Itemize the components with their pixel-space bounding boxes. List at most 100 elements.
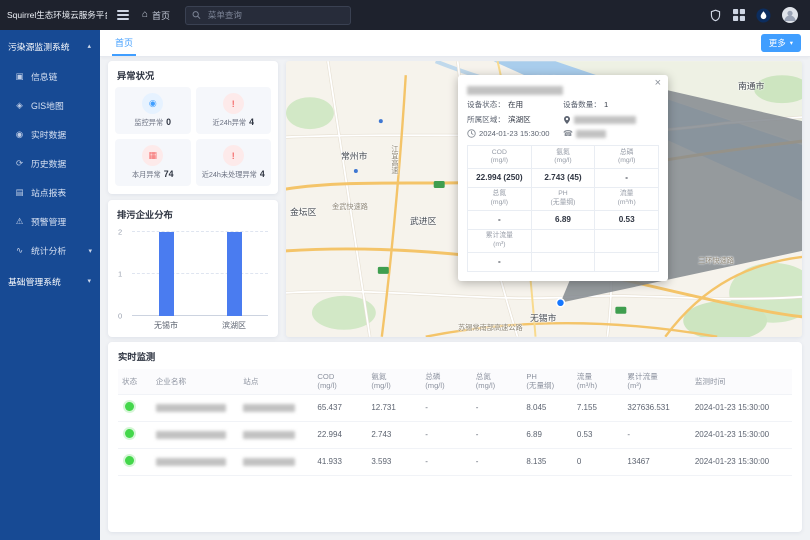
popup-metric-value: - [468, 252, 532, 271]
column-header-status: 状态 [118, 369, 152, 394]
value-cell: 2.743 [367, 421, 421, 448]
popup-empty-cell [531, 252, 595, 271]
popup-metric-value: 0.53 [595, 210, 659, 229]
sidebar-section-pollution-source-monitoring[interactable]: 污染源监测系统▴ [0, 30, 100, 62]
monitor-table: 状态企业名称站点COD(mg/l)氨氮(mg/l)总磷(mg/l)总氮(mg/l… [118, 369, 792, 476]
site-marker[interactable] [556, 299, 564, 307]
value-cell: 0.53 [573, 421, 624, 448]
time-cell: 2024-01-23 15:30:00 [691, 394, 792, 421]
column-unit: (mg/l) [371, 381, 417, 390]
column-header-cod: COD(mg/l) [313, 369, 367, 394]
value-cell: - [623, 421, 690, 448]
chart-plot-area: 012 [132, 232, 268, 316]
popup-metric-value: - [468, 210, 532, 229]
monitor-panel-title: 实时监测 [118, 349, 792, 363]
stat-value: 74 [164, 169, 174, 179]
value-cell: 3.593 [367, 448, 421, 475]
sidebar-section-basic-management[interactable]: 基础管理系统▾ [0, 265, 100, 297]
value-cell: 0 [573, 448, 624, 475]
chart-x-label: 滨湖区 [222, 320, 246, 331]
sidebar-item-alert-management[interactable]: ⚠ 预警管理 [0, 207, 100, 236]
more-button[interactable]: 更多 ▾ [761, 34, 801, 52]
metric-unit-text: (mg/l) [468, 199, 531, 207]
abnormal-card-title: 异常状况 [108, 61, 278, 87]
popup-metric-value: 6.89 [531, 210, 595, 229]
sidebar-item-statistics-analysis[interactable]: ∿统计分析▾ [0, 236, 100, 265]
column-unit: (m³) [627, 381, 686, 390]
metric-unit-text: (无量纲) [532, 199, 595, 207]
sidebar-item-gis-map[interactable]: ◈GIS地图 [0, 91, 100, 120]
device-count: 设备数量： 1 [563, 99, 659, 110]
hamburger-menu-icon[interactable] [117, 8, 129, 22]
metric-name-text: PH [532, 190, 595, 198]
sidebar-item-info-chain[interactable]: ▣信息链 [0, 62, 100, 91]
stat-value: 4 [249, 117, 254, 127]
stat-label: 近24h异常 [213, 118, 247, 128]
tab-home[interactable]: 首页 [112, 30, 136, 56]
water-drop-icon[interactable] [756, 8, 771, 23]
redacted-company-name [467, 86, 563, 95]
time-cell: 2024-01-23 15:30:00 [691, 448, 792, 475]
value-cell: - [472, 421, 523, 448]
stat-recent-24h-abnormal: ! 近24h异常4 [196, 87, 272, 134]
station-cell [239, 394, 313, 421]
column-unit: (m³/h) [577, 381, 620, 390]
user-avatar[interactable] [782, 7, 798, 23]
phone-icon: ☎ [563, 129, 573, 138]
redacted-station-name [243, 404, 295, 412]
value-cell: 13467 [623, 448, 690, 475]
column-label: 总氮 [476, 372, 519, 381]
chart-x-label: 无锡市 [154, 320, 178, 331]
tab-bar: 首页 更多 ▾ [100, 30, 810, 57]
popup-metric-name: 氨氮(mg/l) [531, 146, 595, 169]
metric-name-text: 累计流量 [468, 232, 531, 240]
breadcrumb[interactable]: ⌂ 首页 [142, 9, 170, 22]
enterprise-cell [152, 394, 240, 421]
column-label: 流量 [577, 372, 620, 381]
main-content: 异常状况 ◉监控异常0!近24h异常4▦本月异常74!近24h未处理异常4 排污… [100, 56, 810, 540]
column-header-station: 站点 [239, 369, 313, 394]
value-cell: 8.135 [522, 448, 573, 475]
sidebar-item-history-data[interactable]: ⟳历史数据 [0, 149, 100, 178]
sidebar-item-label: 预警管理 [31, 215, 66, 228]
station-report-icon: ▤ [14, 187, 25, 198]
alert-management-icon: ⚠ [14, 216, 25, 227]
stat-text: 监控异常0 [134, 117, 171, 128]
map-panel[interactable]: × 设备状态： 在用 设备数量： 1 所属区域： 滨湖区 [286, 61, 802, 337]
chevron-up-icon: ▴ [87, 42, 91, 50]
table-row[interactable]: 65.43712.731--8.0457.155327636.5312024-0… [118, 394, 792, 421]
column-label: 状态 [122, 377, 148, 386]
clock-alert-icon: ! [223, 93, 244, 114]
column-header-nh3n: 氨氮(mg/l) [367, 369, 421, 394]
stat-text: 近24h异常4 [213, 117, 254, 128]
value-cell: 6.89 [522, 421, 573, 448]
table-row[interactable]: 41.9333.593--8.1350134672024-01-23 15:30… [118, 448, 792, 475]
column-label: 站点 [243, 377, 309, 386]
close-icon[interactable]: × [655, 77, 661, 89]
column-label: 总磷 [425, 372, 468, 381]
menu-search[interactable] [185, 6, 351, 25]
clock-icon [467, 129, 476, 138]
address [563, 115, 659, 125]
search-input[interactable] [206, 9, 344, 21]
monitor-header-row: 状态企业名称站点COD(mg/l)氨氮(mg/l)总磷(mg/l)总氮(mg/l… [118, 369, 792, 394]
value-cell: 327636.531 [623, 394, 690, 421]
apps-grid-icon[interactable] [733, 9, 745, 21]
sidebar-item-realtime-data[interactable]: ◉实时数据 [0, 120, 100, 149]
realtime-data-icon: ◉ [14, 129, 25, 140]
stat-monitor-abnormal: ◉监控异常0 [115, 87, 191, 134]
column-header-tp: 总磷(mg/l) [421, 369, 472, 394]
popup-metric-value: - [595, 168, 659, 187]
status-dot-online [125, 402, 134, 411]
redacted-station-name [243, 458, 295, 466]
chevron-down-icon: ▾ [87, 277, 91, 285]
sidebar-item-station-report[interactable]: ▤站点报表 [0, 178, 100, 207]
status-cell [118, 394, 152, 421]
search-icon [192, 10, 201, 20]
map-label-road-vertical: 江宜高速 [390, 145, 400, 174]
table-row[interactable]: 22.9942.743--6.890.53-2024-01-23 15:30:0… [118, 421, 792, 448]
timestamp: 2024-01-23 15:30:00 [467, 129, 563, 138]
badge-icon[interactable] [709, 9, 722, 22]
map-label-city: 南通市 [738, 79, 764, 92]
value-cell: - [421, 421, 472, 448]
